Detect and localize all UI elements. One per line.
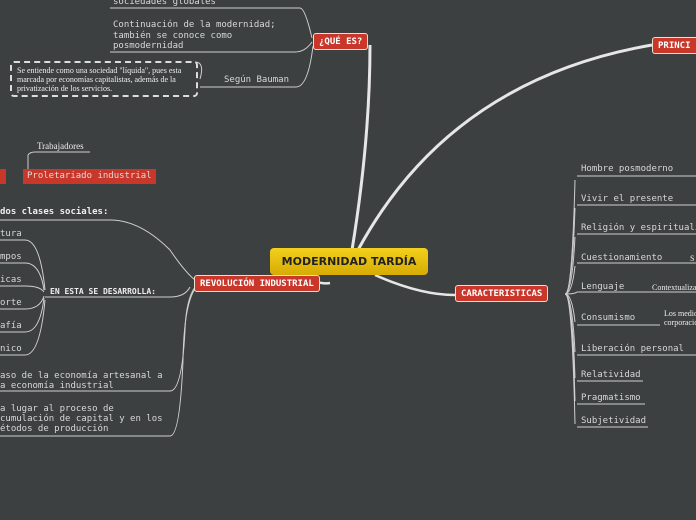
bauman-note-line: Se entiende como una sociedad "líquida",… <box>17 66 182 75</box>
caracteristica-item[interactable]: Hombre posmoderno <box>581 164 673 175</box>
bauman-note-line: marcada por economías capitalistas, adem… <box>17 75 176 84</box>
develops-item[interactable]: tura <box>0 229 22 240</box>
mind-map-canvas[interactable]: MODERNIDAD TARDÍA ¿QUÉ ES? PRINCI REVOLU… <box>0 0 696 520</box>
develops-item[interactable]: icas <box>0 275 22 286</box>
revolucion-industrial-node[interactable]: REVOLUCIÓN INDUSTRIAL <box>194 275 320 292</box>
que-es-item-global[interactable]: sociedades globales <box>113 0 216 8</box>
caracteristica-item[interactable]: Liberación personal <box>581 344 684 355</box>
en-esta-label[interactable]: EN ESTA SE DESARROLLA: <box>50 286 156 297</box>
caracteristicas-node[interactable]: CARACTERISTICAS <box>455 285 549 302</box>
cuestionamiento-sub[interactable]: S <box>690 254 694 263</box>
trabajadores-label[interactable]: Trabajadores <box>37 142 84 151</box>
develops-item[interactable]: mpos <box>0 252 22 263</box>
consumismo-sub-1[interactable]: Los medios <box>664 309 696 318</box>
caracteristica-item[interactable]: Subjetividad <box>581 416 646 427</box>
lenguaje-sub[interactable]: Contextualiza <box>652 283 696 292</box>
develops-item[interactable]: nico <box>0 344 22 355</box>
develops-item[interactable]: afía <box>0 321 22 332</box>
da-lugar-line[interactable]: étodos de producción <box>0 424 108 435</box>
caracteristica-item[interactable]: Pragmatismo <box>581 393 641 404</box>
que-es-item-continuacion-3[interactable]: posmodernidad <box>113 41 183 52</box>
caracteristica-item[interactable]: Consumismo <box>581 313 635 324</box>
principios-node[interactable]: PRINCI <box>652 37 696 54</box>
caracteristica-item[interactable]: Cuestionamiento <box>581 253 662 264</box>
proletariado-node[interactable]: Proletariado industrial <box>23 169 156 184</box>
develops-item[interactable]: orte <box>0 298 22 309</box>
caracteristica-item[interactable]: Religión y espirituali <box>581 223 696 234</box>
que-es-item-bauman[interactable]: Según Bauman <box>224 75 289 86</box>
consumismo-sub-2[interactable]: corporació <box>664 318 696 327</box>
caracteristica-item[interactable]: Lenguaje <box>581 282 624 293</box>
clipped-node[interactable] <box>0 169 6 184</box>
central-topic[interactable]: MODERNIDAD TARDÍA <box>270 248 428 275</box>
bauman-note-line: privatización de los servicios. <box>17 84 113 93</box>
que-es-node[interactable]: ¿QUÉ ES? <box>313 33 369 50</box>
paso-line[interactable]: a economía industrial <box>0 381 114 392</box>
caracteristica-item[interactable]: Relatividad <box>581 370 641 381</box>
dos-clases-label[interactable]: dos clases sociales: <box>0 207 108 218</box>
caracteristica-item[interactable]: Vivir el presente <box>581 194 673 205</box>
que-es-item-continuacion-1[interactable]: Continuación de la modernidad; <box>113 20 276 31</box>
bauman-note[interactable]: Se entiende como una sociedad "líquida",… <box>10 61 198 97</box>
